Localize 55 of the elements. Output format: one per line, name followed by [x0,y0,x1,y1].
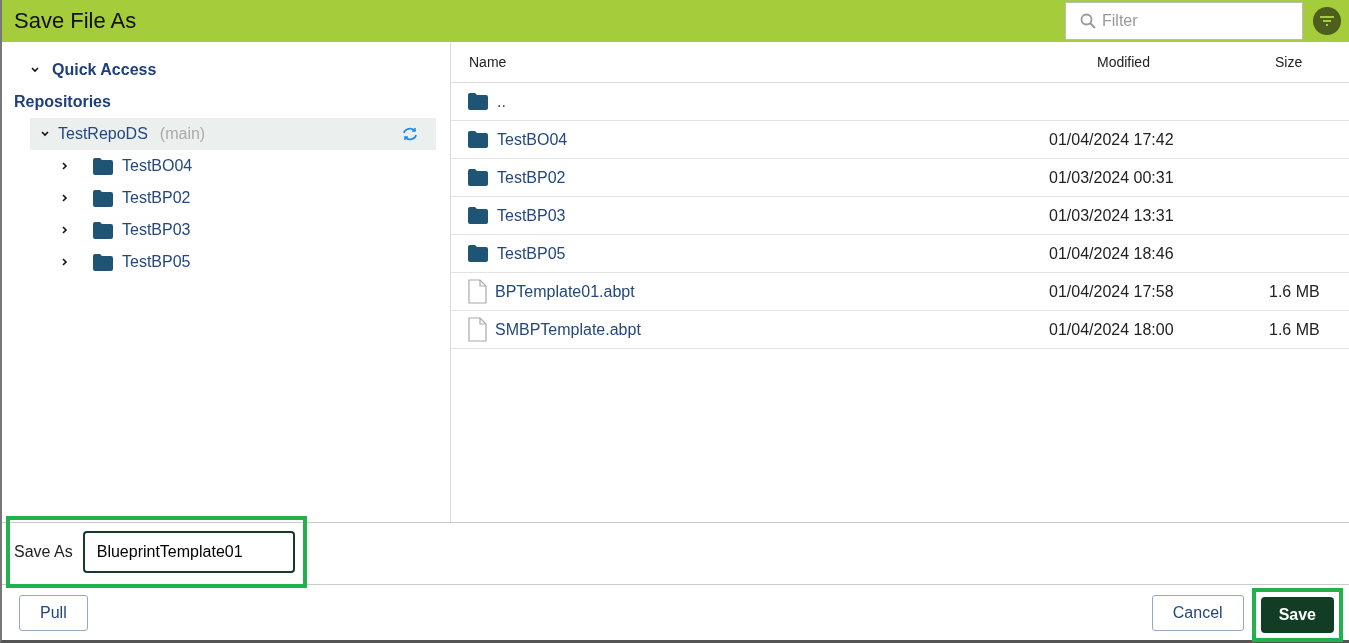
modified-date: 01/04/2024 18:46 [1049,244,1174,263]
tree-item[interactable]: TestBP05 [122,253,191,271]
file-icon [467,316,487,343]
modified-date: 01/04/2024 17:58 [1049,282,1174,301]
file-size: 1.6 MB [1269,320,1320,339]
file-name[interactable]: TestBP05 [497,244,566,263]
tree-item[interactable]: TestBO04 [122,157,193,175]
chevron-right-icon[interactable] [60,225,70,235]
folder-icon [467,92,489,111]
modified-date: 01/04/2024 18:00 [1049,320,1174,339]
filter-field[interactable]: Filter [1065,2,1303,40]
folder-icon [467,168,489,187]
chevron-right-icon[interactable] [60,161,70,171]
chevron-right-icon[interactable] [60,193,70,203]
search-icon [1080,13,1096,29]
column-header[interactable]: Modified [1009,42,1209,83]
save-as-field[interactable]: BlueprintTemplate01 [82,530,295,573]
save-button[interactable]: Save [1260,596,1334,633]
tree-item[interactable]: TestBP02 [122,189,191,207]
cancel-button[interactable]: Cancel [1151,594,1244,631]
file-name[interactable]: .. [497,92,506,111]
refresh-icon[interactable] [402,127,418,141]
folder-icon [92,220,114,240]
chevron-down-icon[interactable] [30,65,40,75]
column-header[interactable]: Size [1209,42,1349,83]
chevron-right-icon[interactable] [60,257,70,267]
modified-date: 01/03/2024 13:31 [1049,206,1174,225]
section-heading: Repositories [14,93,111,111]
column-header[interactable]: Name [451,42,1009,83]
folder-icon [92,156,114,176]
folder-icon [467,244,489,263]
field-label: Save As [14,542,73,561]
modified-date: 01/04/2024 17:42 [1049,130,1174,149]
tree-item[interactable]: TestRepoDS [58,125,148,143]
folder-icon [467,130,489,149]
tree-item[interactable]: Quick Access [52,61,157,79]
file-name[interactable]: SMBPTemplate.abpt [495,320,641,339]
tree-item-background[interactable]: TestRepoDS (main) [30,118,436,150]
filter-icon [1320,16,1334,26]
branch-label: (main) [159,125,207,143]
tree-item[interactable]: TestBP03 [122,221,191,239]
file-name[interactable]: TestBP02 [497,168,566,187]
pull-button[interactable]: Pull [19,594,88,631]
window-title: Save File As [14,8,138,34]
folder-icon [92,252,114,272]
file-name[interactable]: BPTemplate01.abpt [495,282,635,301]
file-size: 1.6 MB [1269,282,1320,301]
chevron-down-icon[interactable] [40,129,50,139]
filter-button[interactable] [1313,7,1341,35]
file-name[interactable]: TestBO04 [497,130,568,149]
folder-icon [467,206,489,225]
file-icon [467,278,487,305]
file-name[interactable]: TestBP03 [497,206,566,225]
modified-date: 01/03/2024 00:31 [1049,168,1174,187]
folder-icon [92,188,114,208]
